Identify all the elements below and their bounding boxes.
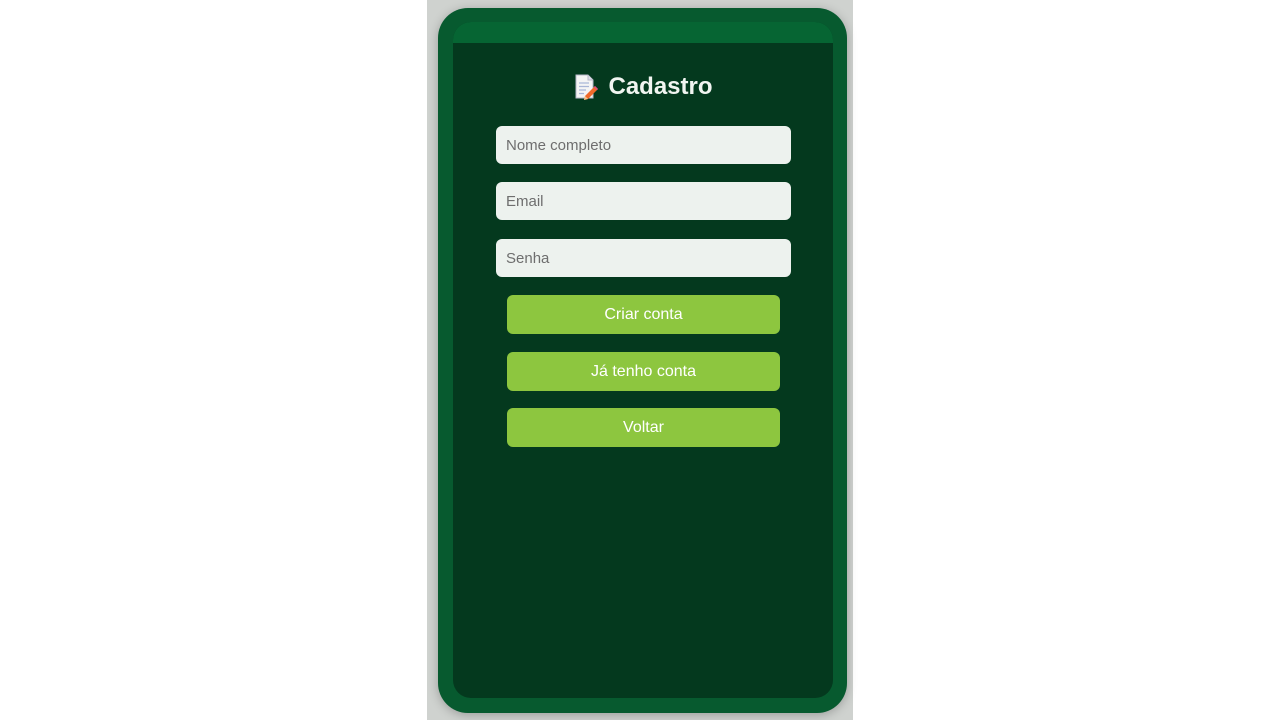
memo-icon: [575, 74, 599, 100]
back-button[interactable]: Voltar: [507, 408, 780, 447]
header: Cadastro: [453, 72, 833, 102]
have-account-button[interactable]: Já tenho conta: [507, 352, 780, 391]
email-input[interactable]: [496, 182, 791, 220]
page-title: Cadastro: [608, 73, 713, 100]
phone-frame: Cadastro Criar conta Já tenho conta Volt…: [438, 8, 847, 713]
status-bar: [453, 22, 833, 43]
password-input[interactable]: [496, 239, 791, 277]
create-account-button[interactable]: Criar conta: [507, 295, 780, 334]
full-name-input[interactable]: [496, 126, 791, 164]
app-screen: Cadastro Criar conta Já tenho conta Volt…: [453, 22, 833, 698]
